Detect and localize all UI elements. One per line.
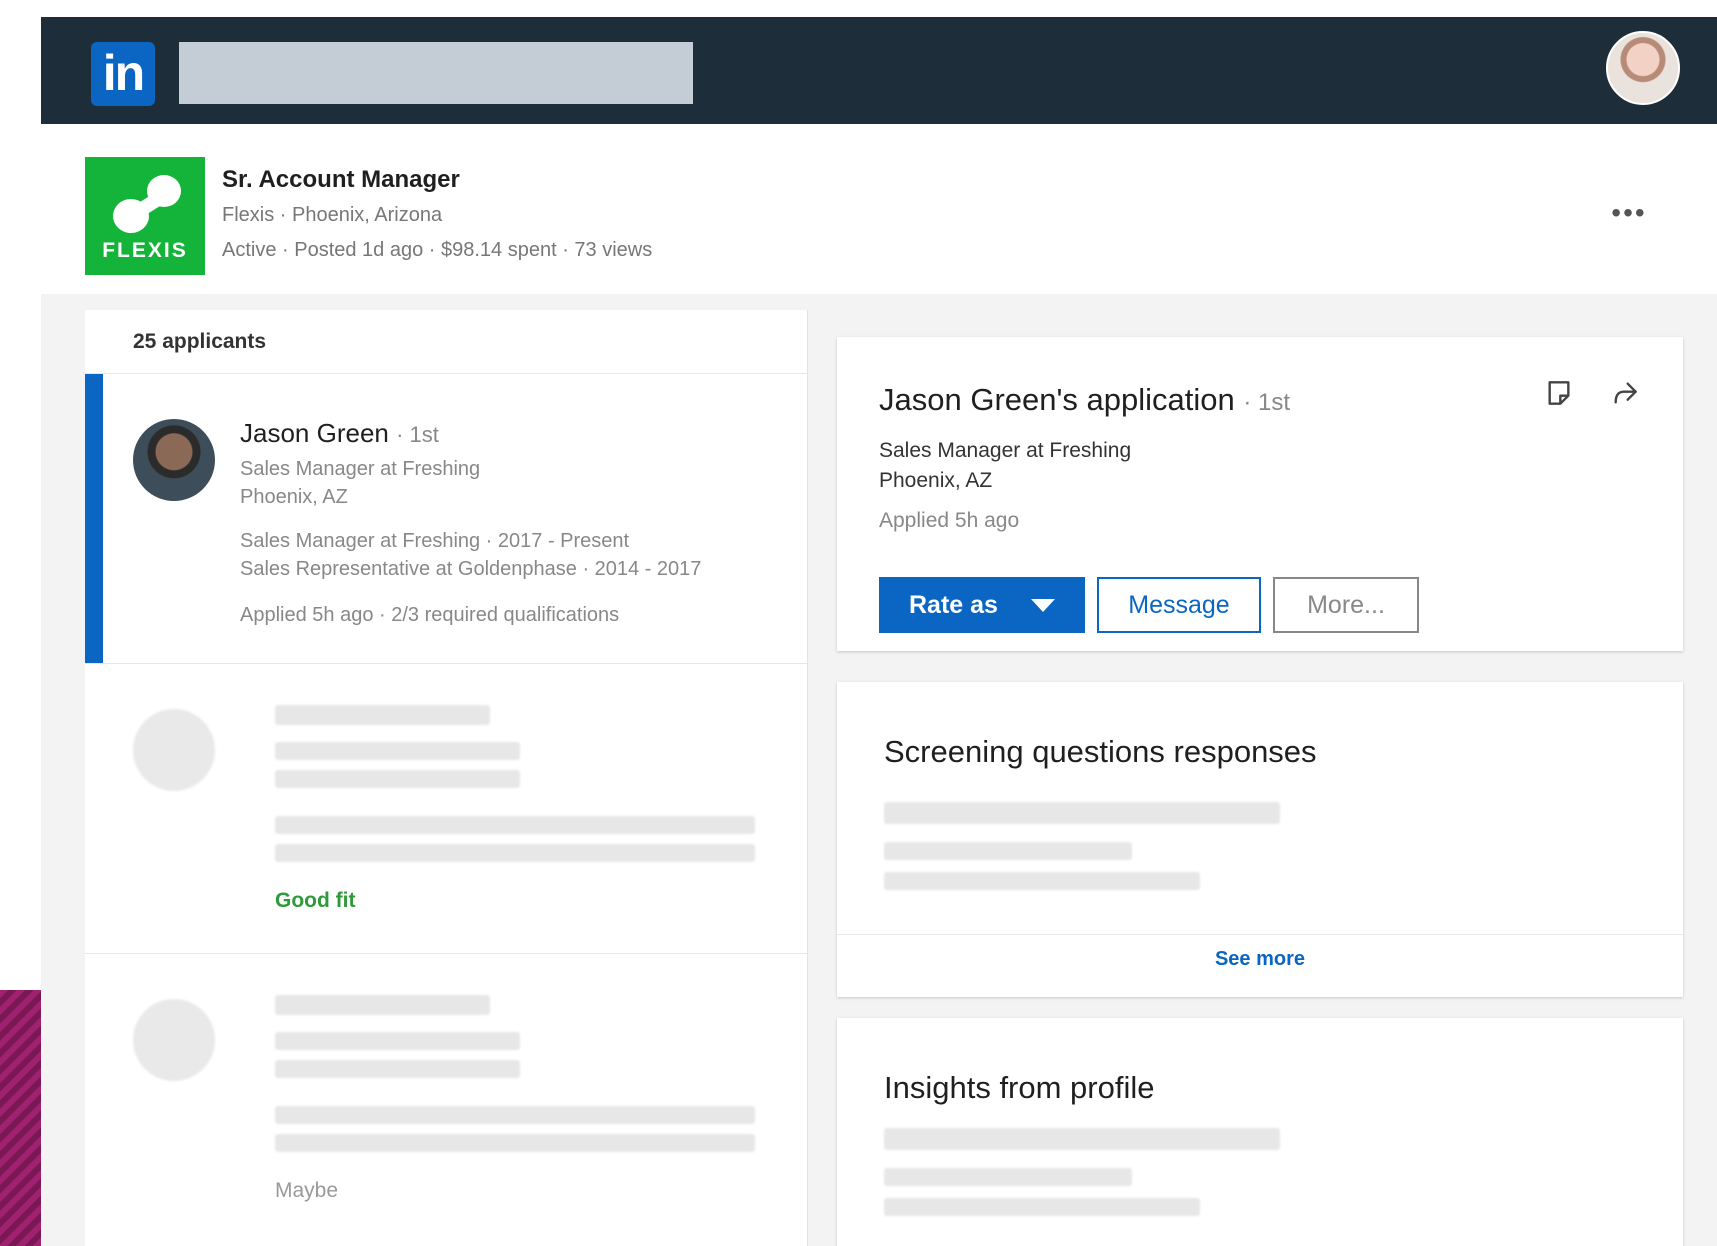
skeleton-line bbox=[275, 705, 490, 725]
search-input[interactable] bbox=[179, 42, 693, 104]
application-applied-time: Applied 5h ago bbox=[879, 509, 1020, 532]
job-header: FLEXIS Sr. Account Manager Flexis · Phoe… bbox=[41, 124, 1717, 294]
connection-degree: · 1st bbox=[1243, 389, 1291, 416]
applicant-headline: Sales Manager at Freshing bbox=[240, 458, 481, 480]
application-location: Phoenix, AZ bbox=[879, 469, 993, 492]
company-logo: FLEXIS bbox=[85, 157, 205, 275]
applicants-count: 25 applicants bbox=[133, 330, 267, 353]
applicant-experience-2: Sales Representative at Goldenphase · 20… bbox=[240, 558, 702, 580]
skeleton-line bbox=[275, 770, 520, 788]
skeleton-line bbox=[884, 1128, 1280, 1150]
skeleton-line bbox=[275, 1060, 520, 1078]
application-card: Jason Green's application · 1st Sales Ma… bbox=[837, 337, 1683, 651]
skeleton-line bbox=[884, 1198, 1200, 1216]
fit-badge: Maybe bbox=[275, 1179, 339, 1202]
applicant-photo-placeholder bbox=[133, 999, 215, 1081]
job-status-line: Active · Posted 1d ago · $98.14 spent · … bbox=[222, 239, 653, 261]
applicant-name-text: Jason Green bbox=[240, 418, 389, 448]
insights-heading: Insights from profile bbox=[884, 1070, 1155, 1105]
user-avatar[interactable] bbox=[1606, 31, 1680, 105]
application-headline: Sales Manager at Freshing bbox=[879, 439, 1132, 462]
share-icon[interactable] bbox=[1609, 377, 1649, 417]
applicant-photo bbox=[133, 419, 215, 501]
skeleton-line bbox=[275, 1032, 520, 1050]
app-window: in FLEXIS Sr. Account Manager Flexis · P… bbox=[41, 17, 1717, 1246]
applicant-list-item[interactable]: Good fit bbox=[85, 664, 807, 954]
skeleton-line bbox=[275, 816, 755, 834]
applicants-panel: 25 applicants Jason Green · 1st Sales Ma… bbox=[85, 310, 808, 1246]
linkedin-logo-icon[interactable]: in bbox=[91, 42, 155, 106]
application-title-text: Jason Green's application bbox=[879, 382, 1235, 417]
skeleton-line bbox=[884, 872, 1200, 890]
screening-heading: Screening questions responses bbox=[884, 734, 1317, 769]
applicant-photo-placeholder bbox=[133, 709, 215, 791]
message-button[interactable]: Message bbox=[1097, 577, 1261, 633]
skeleton-line bbox=[884, 842, 1132, 860]
selection-indicator bbox=[85, 374, 103, 664]
note-icon[interactable] bbox=[1543, 377, 1583, 417]
job-title[interactable]: Sr. Account Manager bbox=[222, 166, 460, 194]
fit-badge: Good fit bbox=[275, 889, 356, 912]
skeleton-line bbox=[275, 995, 490, 1015]
skeleton-line bbox=[275, 1134, 755, 1152]
skeleton-line bbox=[884, 802, 1280, 824]
application-title: Jason Green's application · 1st bbox=[879, 382, 1290, 418]
applicant-list-item-selected[interactable]: Jason Green · 1st Sales Manager at Fresh… bbox=[85, 374, 807, 664]
applicant-name[interactable]: Jason Green · 1st bbox=[240, 418, 439, 449]
more-options-icon[interactable]: ••• bbox=[1599, 198, 1659, 228]
insights-card: Insights from profile bbox=[837, 1018, 1683, 1246]
applicant-applied-info: Applied 5h ago · 2/3 required qualificat… bbox=[240, 604, 620, 626]
see-more-link[interactable]: See more bbox=[837, 948, 1683, 971]
skeleton-line bbox=[275, 1106, 755, 1124]
top-navigation-bar: in bbox=[41, 17, 1717, 124]
flexis-mark-icon bbox=[113, 175, 183, 233]
applicant-list-item[interactable]: Maybe bbox=[85, 954, 807, 1246]
skeleton-line bbox=[275, 742, 520, 760]
caret-down-icon bbox=[1031, 599, 1055, 612]
skeleton-line bbox=[275, 844, 755, 862]
connection-degree: · 1st bbox=[396, 422, 439, 447]
applicant-location: Phoenix, AZ bbox=[240, 486, 348, 508]
screening-questions-card: Screening questions responses See more bbox=[837, 682, 1683, 997]
skeleton-line bbox=[884, 1168, 1132, 1186]
rate-as-button[interactable]: Rate as bbox=[879, 577, 1085, 633]
divider bbox=[837, 934, 1683, 935]
company-logo-text: FLEXIS bbox=[102, 239, 188, 262]
applicant-experience-1: Sales Manager at Freshing · 2017 - Prese… bbox=[240, 530, 630, 552]
more-button[interactable]: More... bbox=[1273, 577, 1419, 633]
rate-as-label: Rate as bbox=[909, 590, 998, 619]
job-company-location: Flexis · Phoenix, Arizona bbox=[222, 204, 443, 226]
